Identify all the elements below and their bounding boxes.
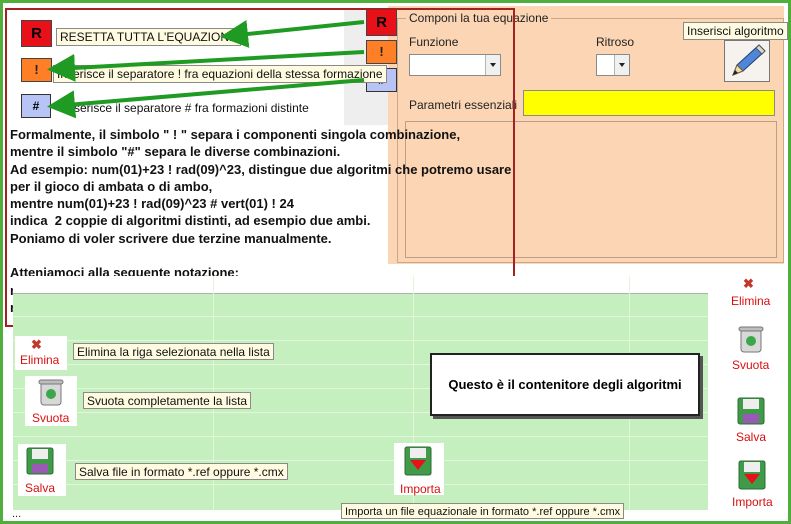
importa-label-right: Importa xyxy=(732,495,773,509)
grid-row-line xyxy=(13,316,708,317)
trash-icon xyxy=(738,326,764,353)
close-icon: ✖ xyxy=(31,337,42,352)
importa-button-right[interactable]: Importa xyxy=(726,458,778,512)
arrow-reset xyxy=(220,20,365,48)
container-callout: Questo è il contenitore degli algoritmi xyxy=(430,353,700,416)
salva-button-left[interactable]: Salva xyxy=(18,444,66,496)
trash-icon xyxy=(38,379,64,406)
grid-row-line xyxy=(13,460,708,461)
svuota-label-right: Svuota xyxy=(732,358,770,372)
importa-label-left: Importa xyxy=(400,482,441,496)
elimina-button-right[interactable]: ✖ Elimina xyxy=(726,276,776,310)
elimina-button-left[interactable]: ✖ Elimina xyxy=(15,336,67,370)
svuota-button-right[interactable]: Svuota xyxy=(726,323,776,375)
grid-row-line xyxy=(13,484,708,485)
elimina-tooltip: Elimina la riga selezionata nella lista xyxy=(73,343,274,360)
list-header xyxy=(13,276,708,294)
arrow-excl xyxy=(47,50,365,82)
salva-label-right: Salva xyxy=(736,430,767,444)
svuota-tooltip: Svuota completamente la lista xyxy=(83,392,252,409)
salva-label-left: Salva xyxy=(25,481,56,495)
close-icon: ✖ xyxy=(743,276,754,291)
floppy-disk-icon xyxy=(26,447,54,475)
import-disk-icon xyxy=(738,460,766,490)
importa-button-left[interactable]: Importa xyxy=(394,443,444,496)
import-disk-icon xyxy=(404,446,432,476)
elimina-label-left: Elimina xyxy=(20,353,60,367)
svuota-button-left[interactable]: Svuota xyxy=(25,376,77,426)
grid-row-line xyxy=(13,436,708,437)
svuota-label-left: Svuota xyxy=(32,411,70,425)
footer-dots: ... xyxy=(12,508,22,520)
importa-tooltip: Importa un file equazionale in formato *… xyxy=(341,503,625,519)
arrow-hash xyxy=(47,78,365,119)
floppy-disk-icon xyxy=(737,397,765,425)
salva-tooltip: Salva file in formato *.ref oppure *.cmx xyxy=(75,463,288,480)
grid-row-line xyxy=(13,340,708,341)
elimina-label-right: Elimina xyxy=(731,294,771,308)
salva-button-right[interactable]: Salva xyxy=(726,395,776,447)
